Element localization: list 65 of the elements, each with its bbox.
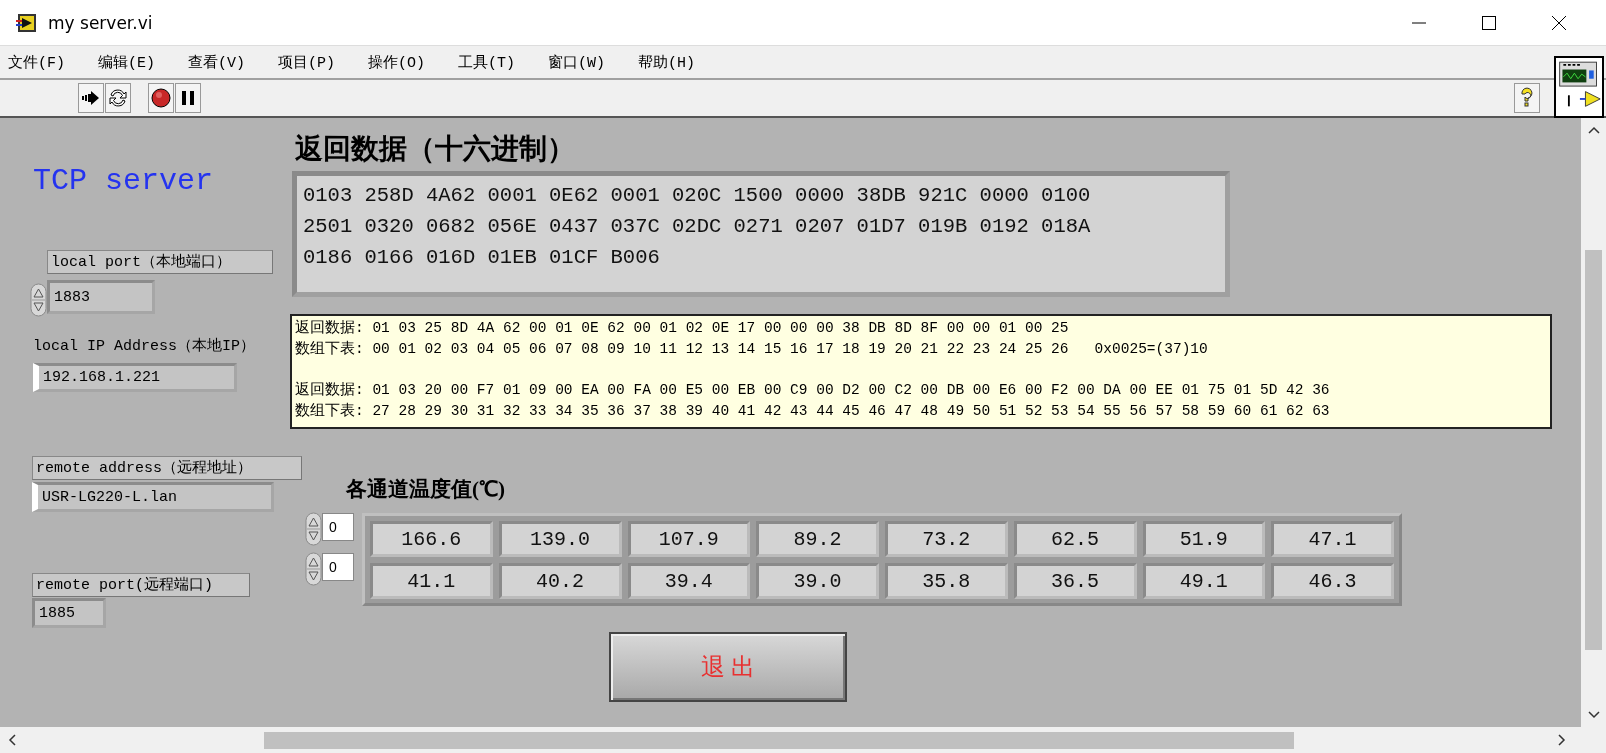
- note-line: 数组下表: 00 01 02 03 04 05 06 07 08 09 10 11 12 13 14 15 16 17 18 19 20 21 22 23 24 25 26 0x0025=(37)10: [295, 339, 1209, 359]
- hex-line: 2501 0320 0682 056E 0437 037C 02DC 0271 0207 01D7 019B 0192 018A: [303, 214, 1092, 240]
- control-label: local IP Address（本地IP）: [33, 336, 256, 355]
- control-label: local port（本地端口）: [47, 250, 273, 274]
- value-cell: 40.2: [498, 563, 622, 599]
- hex-line: 0103 258D 4A62 0001 0E62 0001 020C 1500 0000 38DB 921C 0000 0100: [303, 183, 1092, 209]
- menu-item[interactable]: 工具(T): [458, 52, 548, 72]
- pause-button[interactable]: [175, 83, 201, 113]
- control-label: remote port(远程端口): [32, 573, 250, 597]
- scroll-up-icon[interactable]: [1587, 126, 1600, 134]
- menu-item[interactable]: 项目(P): [278, 52, 368, 72]
- menu-item[interactable]: 编辑(E): [98, 52, 188, 72]
- menu-item[interactable]: 文件(F): [8, 52, 98, 72]
- note-line: 返回数据: 01 03 20 00 F7 01 09 00 EA 00 FA 00 E5 00 EB 00 C9 00 D2 00 C2 00 DB 00 E6 00 F2 00 DA 00 EE 01 75 01 5D 42 36: [295, 381, 1331, 400]
- display-label: 返回数据（十六进制）: [295, 132, 575, 166]
- value-cell: 107.9: [627, 521, 751, 557]
- numeric-field[interactable]: 1885: [32, 598, 106, 628]
- maximize-icon[interactable]: [1481, 14, 1497, 31]
- control-label: remote address（远程地址）: [32, 456, 302, 480]
- value-cell: 46.3: [1271, 563, 1394, 599]
- value-cell: 89.2: [756, 521, 879, 557]
- abort-button[interactable]: [148, 83, 174, 113]
- run-continuously-button[interactable]: [105, 83, 131, 113]
- vi-icon: [1554, 56, 1604, 118]
- value-cell: 62.5: [1013, 521, 1137, 557]
- window-title: my server.vi: [48, 12, 153, 33]
- scrollbar-thumb[interactable]: [1585, 250, 1602, 650]
- index-field[interactable]: 0: [322, 513, 354, 541]
- value-cell: 139.0: [498, 521, 622, 557]
- numeric-field[interactable]: 1883: [47, 280, 155, 314]
- value-cell: 73.2: [885, 521, 1008, 557]
- run-continuously-icon: [107, 87, 129, 109]
- scroll-left-icon[interactable]: [8, 734, 16, 746]
- close-icon[interactable]: [1551, 14, 1567, 31]
- panel-heading: TCP server: [33, 164, 214, 198]
- scroll-right-icon[interactable]: [1558, 734, 1566, 746]
- run-button[interactable]: [78, 83, 104, 113]
- value-cell: 47.1: [1271, 521, 1394, 557]
- text-field[interactable]: 192.168.1.221: [33, 363, 237, 392]
- note-line: 返回数据: 01 03 25 8D 4A 62 00 01 0E 62 00 01 02 0E 17 00 00 00 38 DB 8D 8F 00 00 01 00 25: [295, 319, 1070, 338]
- hex-line: 0186 0166 016D 01EB 01CF B006: [303, 245, 661, 271]
- value-cell: 35.8: [885, 563, 1008, 599]
- value-cell: 49.1: [1142, 563, 1266, 599]
- value-cell: 51.9: [1142, 521, 1266, 557]
- index-field[interactable]: 0: [322, 553, 354, 581]
- menu-item[interactable]: 查看(V): [188, 52, 278, 72]
- menu-item[interactable]: 窗口(W): [548, 52, 638, 72]
- spinner-icon[interactable]: [305, 552, 322, 586]
- value-cell: 41.1: [370, 563, 493, 599]
- value-cell: 36.5: [1013, 563, 1137, 599]
- help-button[interactable]: [1514, 83, 1540, 113]
- text-field[interactable]: USR-LG220-L.lan: [32, 482, 274, 512]
- abort-icon: [150, 87, 172, 109]
- spinner-icon[interactable]: [30, 283, 47, 317]
- note-line: 数组下表: 27 28 29 30 31 32 33 34 35 36 37 38 39 40 41 42 43 44 45 46 47 48 49 50 51 52 53 54 55 56 57 58 59 60 61 62 63: [295, 401, 1331, 421]
- app-icon: [16, 12, 38, 33]
- array-label: 各通道温度值(℃): [346, 476, 505, 503]
- scroll-down-icon[interactable]: [1587, 711, 1600, 719]
- menu-item[interactable]: 帮助(H): [638, 52, 728, 72]
- menu-item[interactable]: 操作(O): [368, 52, 458, 72]
- value-cell: 39.0: [756, 563, 879, 599]
- scrollbar-thumb[interactable]: [264, 731, 1294, 749]
- spinner-icon[interactable]: [305, 512, 322, 546]
- value-cell: 39.4: [627, 563, 751, 599]
- value-cell: 166.6: [370, 521, 493, 557]
